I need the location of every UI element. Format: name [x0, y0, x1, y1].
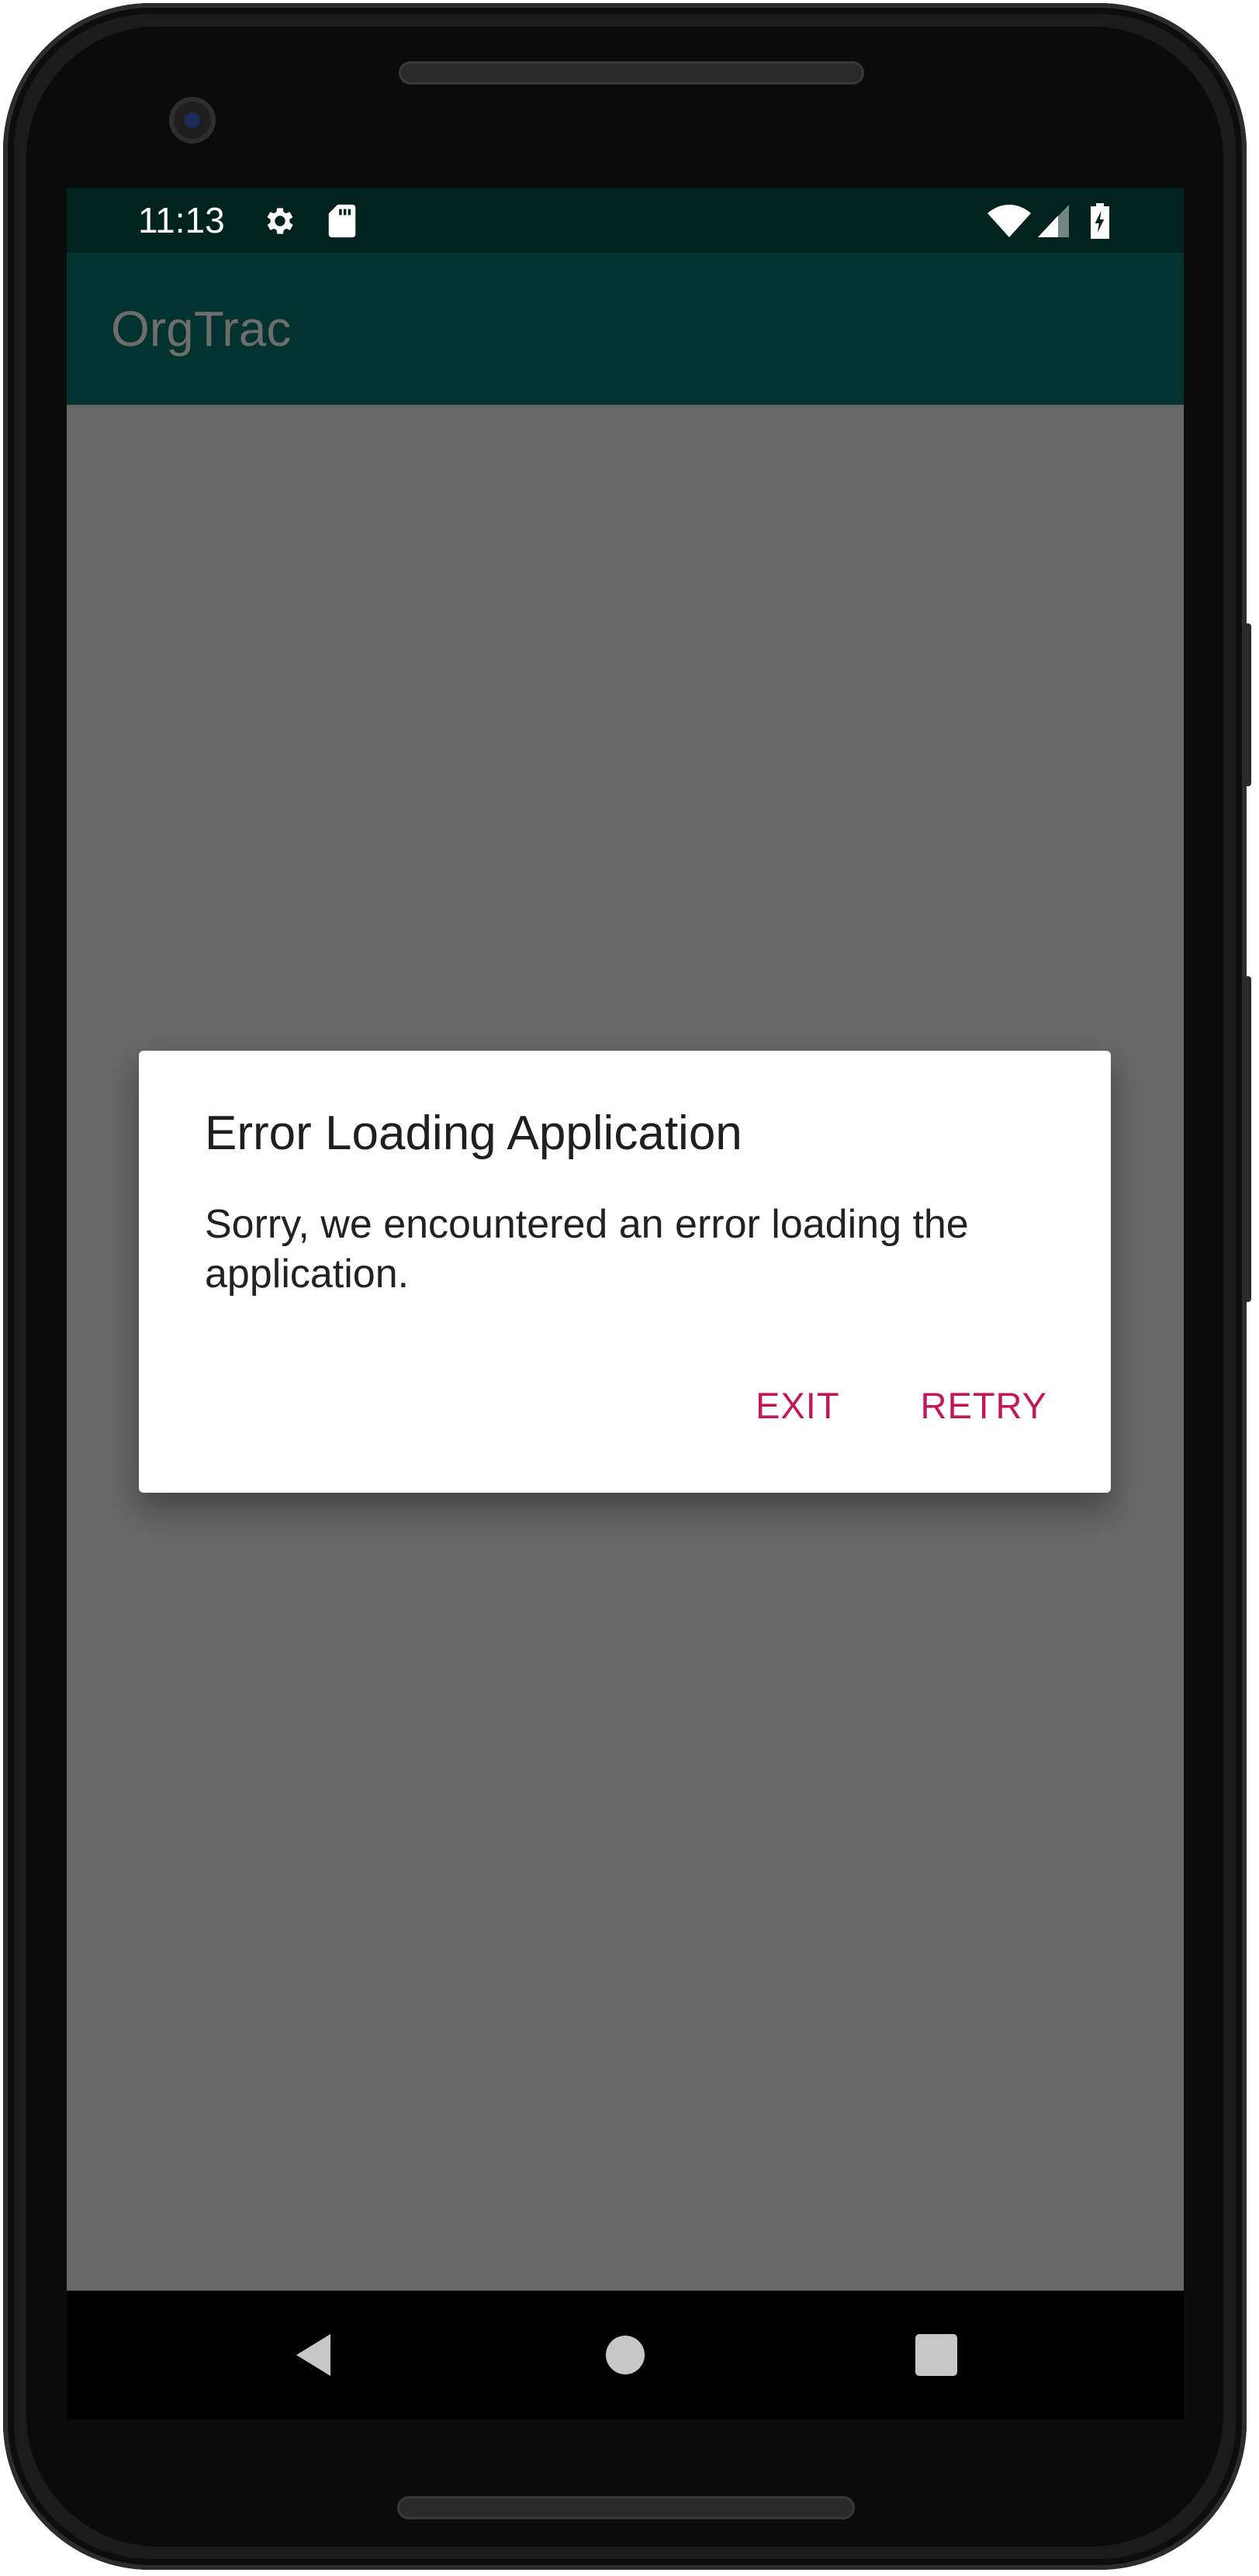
home-icon[interactable] — [598, 2328, 652, 2382]
wifi-icon — [987, 203, 1032, 239]
power-button — [1243, 623, 1251, 786]
status-bar: 11:13 — [67, 188, 1184, 253]
signal-icon — [1036, 203, 1070, 239]
sd-card-icon — [327, 203, 358, 239]
dialog-title: Error Loading Application — [205, 1107, 742, 1160]
back-icon[interactable] — [290, 2328, 344, 2382]
front-camera — [169, 97, 216, 143]
bottom-speaker — [397, 2496, 855, 2519]
phone-screen: 11:13 OrgTrac Error Loading Application … — [67, 188, 1184, 2419]
dialog-actions: EXIT RETRY — [756, 1383, 1047, 1429]
retry-button[interactable]: RETRY — [921, 1383, 1047, 1429]
exit-button[interactable]: EXIT — [756, 1383, 839, 1429]
error-dialog: Error Loading Application Sorry, we enco… — [139, 1051, 1111, 1493]
app-title: OrgTrac — [111, 301, 292, 357]
recents-icon[interactable] — [909, 2328, 963, 2382]
status-time: 11:13 — [138, 200, 225, 240]
settings-icon — [262, 203, 298, 239]
navigation-bar — [67, 2291, 1184, 2419]
earpiece-speaker — [399, 61, 864, 85]
battery-charging-icon — [1089, 203, 1111, 239]
volume-button — [1243, 976, 1251, 1302]
dialog-message: Sorry, we encountered an error loading t… — [205, 1202, 969, 1297]
app-bar: OrgTrac — [67, 253, 1184, 405]
